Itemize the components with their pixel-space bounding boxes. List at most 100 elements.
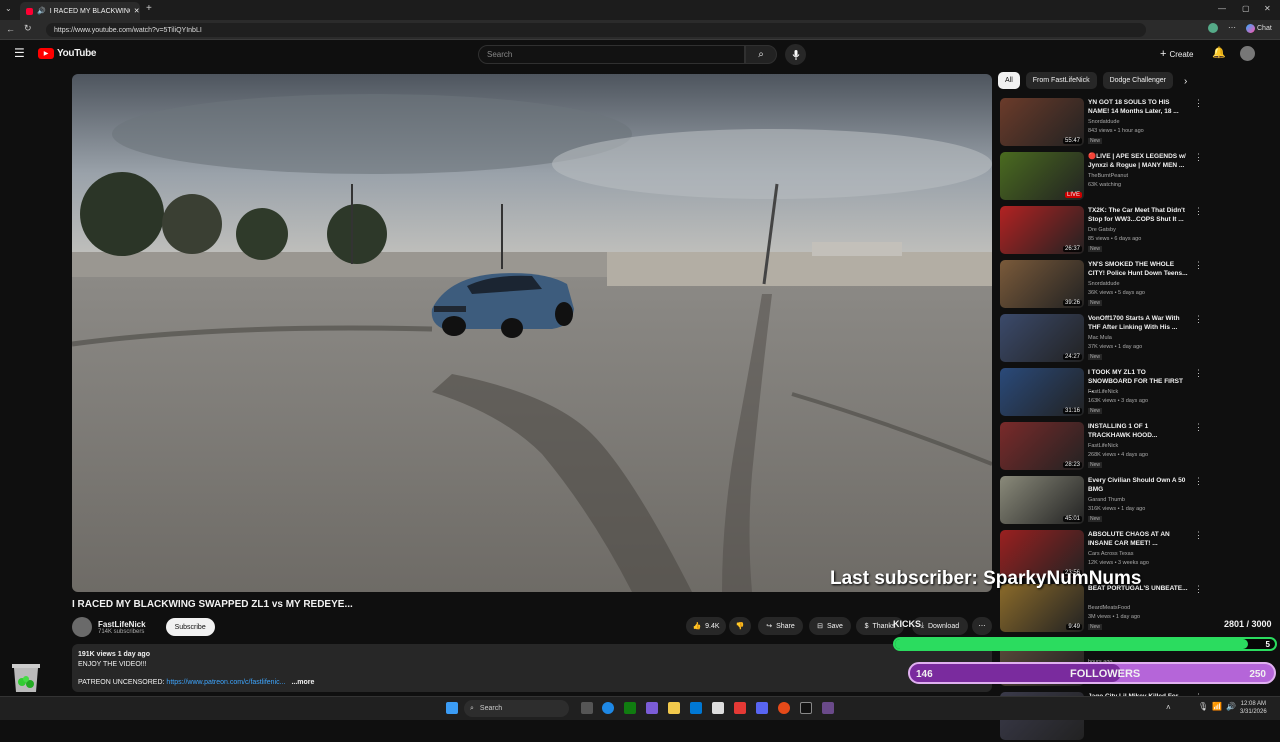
recommendation-stats: 3M views • 1 day ago: [1088, 614, 1141, 620]
copilot-app-icon[interactable]: [646, 702, 658, 714]
tab-list-icon[interactable]: ⌄: [5, 4, 12, 13]
recommendation-thumbnail[interactable]: LIVE: [1000, 152, 1084, 200]
recommendation-item[interactable]: 55:47 YN GOT 18 SOULS TO HIS NAME! 14 Mon…: [1000, 98, 1270, 148]
close-tab-icon[interactable]: ✕: [134, 7, 140, 15]
recommendation-item[interactable]: LIVE 🔴LIVE | APE SEX LEGENDS w/ Jynxzi & …: [1000, 152, 1270, 202]
close-window-icon[interactable]: ✕: [1264, 4, 1271, 13]
tray-chevron-icon[interactable]: ˄: [1166, 703, 1171, 712]
recommendation-menu-icon[interactable]: ⋮: [1194, 260, 1203, 271]
description-box[interactable]: 191K views 1 day ago ENJOY THE VIDEO!!! …: [72, 644, 992, 692]
save-button[interactable]: ⊟ Save: [809, 617, 851, 635]
recommendation-menu-icon[interactable]: ⋮: [1194, 98, 1203, 109]
voice-search-button[interactable]: [785, 44, 806, 65]
notifications-bell-icon[interactable]: 🔔: [1212, 46, 1226, 59]
recommendation-thumbnail[interactable]: 31:16: [1000, 368, 1084, 416]
recommendation-menu-icon[interactable]: ⋮: [1194, 476, 1203, 487]
xbox-icon[interactable]: [624, 702, 636, 714]
create-button[interactable]: + Create: [1160, 48, 1193, 60]
copilot-chat-button[interactable]: Chat: [1246, 24, 1272, 33]
system-clock[interactable]: 12:08 AM 3/31/2026: [1240, 700, 1267, 716]
youtube-app-icon[interactable]: [734, 702, 746, 714]
recommendation-thumbnail[interactable]: 55:47: [1000, 98, 1084, 146]
app-icon[interactable]: [822, 702, 834, 714]
recommendation-title[interactable]: INSTALLING 1 OF 1 TRACKHAWK HOOD...: [1088, 422, 1188, 440]
chip-all[interactable]: All: [998, 72, 1020, 89]
minimize-icon[interactable]: —: [1218, 4, 1226, 13]
patreon-link[interactable]: https://www.patreon.com/c/fastlifenic...: [166, 679, 285, 686]
discord-icon[interactable]: [756, 702, 768, 714]
recommendation-item[interactable]: 28:23 INSTALLING 1 OF 1 TRACKHAWK HOOD...…: [1000, 422, 1270, 472]
recommendation-menu-icon[interactable]: ⋮: [1194, 152, 1203, 163]
recommendation-thumbnail[interactable]: 26:37: [1000, 206, 1084, 254]
recommendation-title[interactable]: YN GOT 18 SOULS TO HIS NAME! 14 Months L…: [1088, 98, 1188, 116]
recommendation-item[interactable]: 26:37 TX2K: The Car Meet That Didn't Stop…: [1000, 206, 1270, 256]
recommendation-title[interactable]: YN'S SMOKED THE WHOLE CITY! Police Hunt …: [1088, 260, 1188, 278]
microphone-tray-icon[interactable]: 🎙: [1198, 702, 1208, 711]
recommendation-title[interactable]: TX2K: The Car Meet That Didn't Stop for …: [1088, 206, 1188, 224]
windows-start-icon[interactable]: [446, 702, 458, 714]
speaker-icon[interactable]: 🔊: [37, 7, 46, 15]
recommendation-thumbnail[interactable]: 9:49: [1000, 584, 1084, 632]
recommendation-menu-icon[interactable]: ⋮: [1194, 206, 1203, 217]
recommendation-thumbnail[interactable]: 39:26: [1000, 260, 1084, 308]
youtube-logo[interactable]: ▶ YouTube: [38, 48, 97, 59]
file-explorer-icon[interactable]: [668, 702, 680, 714]
channel-avatar[interactable]: [72, 617, 92, 637]
show-more-link[interactable]: ...more: [291, 679, 314, 686]
channel-name[interactable]: FastLifeNick: [98, 620, 146, 629]
url-field[interactable]: https://www.youtube.com/watch?v=5TiliQYI…: [46, 23, 1146, 37]
volume-icon[interactable]: 🔊: [1226, 702, 1236, 711]
chip-from-channel[interactable]: From FastLifeNick: [1025, 72, 1097, 89]
search-input[interactable]: Search: [478, 45, 745, 64]
video-player[interactable]: [72, 74, 992, 592]
wifi-icon[interactable]: 📶: [1212, 702, 1222, 711]
recommendation-item[interactable]: 31:16 I TOOK MY ZL1 TO SNOWBOARD FOR THE …: [1000, 368, 1270, 418]
recommendation-meta: TheBurntPeanut 63K watching: [1088, 172, 1198, 190]
refresh-icon[interactable]: ↻: [24, 23, 32, 34]
capcut-icon[interactable]: [800, 702, 812, 714]
back-icon[interactable]: ←: [6, 24, 15, 34]
recommendation-stats: 36K views • 5 days ago: [1088, 290, 1145, 296]
clock-time: 12:08 AM: [1240, 701, 1267, 707]
profile-icon[interactable]: [1208, 23, 1218, 33]
recommendation-item[interactable]: 45:01 Every Civilian Should Own A 50 BMG G…: [1000, 476, 1270, 526]
edge-browser-icon[interactable]: [602, 702, 614, 714]
recommendation-menu-icon[interactable]: ⋮: [1194, 584, 1203, 595]
recommendation-menu-icon[interactable]: ⋮: [1194, 368, 1203, 379]
more-icon[interactable]: ⋯: [1228, 23, 1236, 32]
recommendation-title[interactable]: 🔴LIVE | APE SEX LEGENDS w/ Jynxzi & Rogu…: [1088, 152, 1188, 170]
recommendation-item[interactable]: 24:27 VonOff1700 Starts A War With THF Af…: [1000, 314, 1270, 364]
chip-dodge-challenger[interactable]: Dodge Challenger: [1102, 72, 1174, 89]
recommendation-title[interactable]: VonOff1700 Starts A War With THF After L…: [1088, 314, 1188, 332]
share-button[interactable]: ↪ Share: [758, 617, 803, 635]
browser-tab-bar: ⌄ 🔊 I RACED MY BLACKWING SWAP ✕ + — ▢ ✕: [0, 0, 1280, 20]
recommendation-title[interactable]: ABSOLUTE CHAOS AT AN INSANE CAR MEET! ..…: [1088, 530, 1188, 548]
subscribe-button[interactable]: Subscribe: [165, 618, 215, 636]
task-view-icon[interactable]: [581, 702, 593, 714]
dislike-button[interactable]: 👎: [729, 617, 751, 635]
recommendation-thumbnail[interactable]: 24:27: [1000, 314, 1084, 362]
recommendation-channel: Snordatdude: [1088, 119, 1120, 125]
more-actions-button[interactable]: ⋯: [972, 617, 992, 635]
recommendation-item[interactable]: 39:26 YN'S SMOKED THE WHOLE CITY! Police …: [1000, 260, 1270, 310]
recommendation-title[interactable]: Every Civilian Should Own A 50 BMG: [1088, 476, 1188, 494]
like-button[interactable]: 👍 9.4K: [686, 617, 726, 635]
browser-tab[interactable]: 🔊 I RACED MY BLACKWING SWAP ✕: [20, 2, 140, 20]
video-duration: 26:37: [1062, 246, 1082, 252]
recommendation-thumbnail[interactable]: 28:23: [1000, 422, 1084, 470]
maximize-icon[interactable]: ▢: [1242, 4, 1250, 13]
new-tab-icon[interactable]: +: [146, 3, 152, 14]
recommendation-menu-icon[interactable]: ⋮: [1194, 530, 1203, 541]
recommendation-thumbnail[interactable]: 45:01: [1000, 476, 1084, 524]
chrome-icon[interactable]: [778, 702, 790, 714]
account-avatar[interactable]: [1240, 46, 1255, 61]
amazon-icon[interactable]: [712, 702, 724, 714]
recycle-bin-icon[interactable]: [4, 662, 48, 694]
search-button[interactable]: ⌕: [745, 45, 777, 64]
recommendation-menu-icon[interactable]: ⋮: [1194, 314, 1203, 325]
chips-next-icon[interactable]: ›: [1184, 76, 1187, 87]
store-icon[interactable]: [690, 702, 702, 714]
menu-icon[interactable]: ☰: [14, 46, 25, 60]
taskbar-search[interactable]: ⌕ Search: [464, 700, 569, 717]
recommendation-menu-icon[interactable]: ⋮: [1194, 422, 1203, 433]
